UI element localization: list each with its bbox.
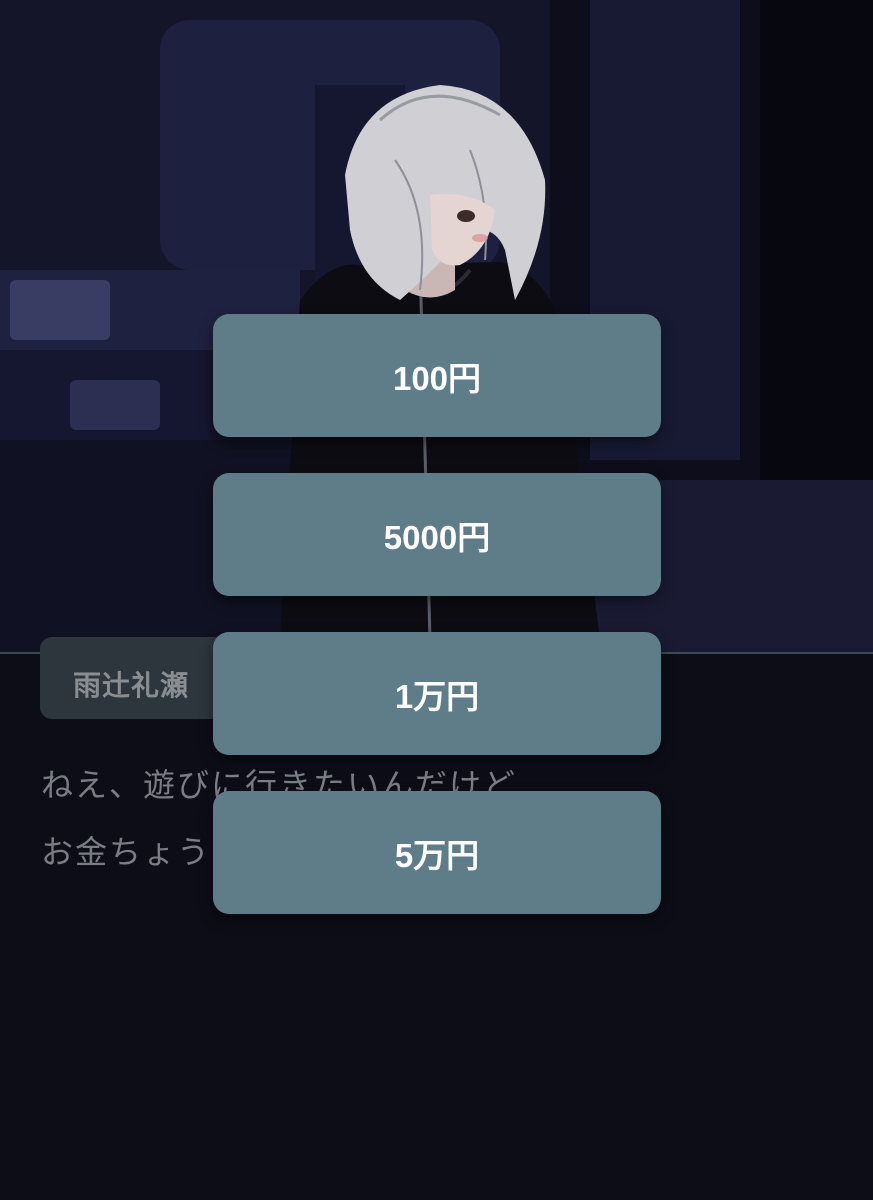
choice-button-5000-yen[interactable]: 5000円	[213, 473, 661, 596]
dialogue-text-line-2: お金ちょう	[41, 833, 212, 871]
choice-button-50000-yen[interactable]: 5万円	[213, 791, 661, 914]
choice-label: 5万円	[394, 836, 480, 874]
choice-button-10000-yen[interactable]: 1万円	[213, 632, 661, 755]
game-screen: 雨辻礼瀬 ねえ、遊びに行きたいんだけど お金ちょう 100円 5000円 1万円…	[0, 0, 873, 1200]
choice-button-100-yen[interactable]: 100円	[213, 314, 661, 437]
speaker-name: 雨辻礼瀬	[73, 669, 190, 702]
choice-label: 100円	[392, 359, 482, 397]
choice-label: 5000円	[383, 518, 491, 556]
speaker-name-plate: 雨辻礼瀬	[40, 637, 240, 719]
choice-label: 1万円	[394, 677, 480, 715]
